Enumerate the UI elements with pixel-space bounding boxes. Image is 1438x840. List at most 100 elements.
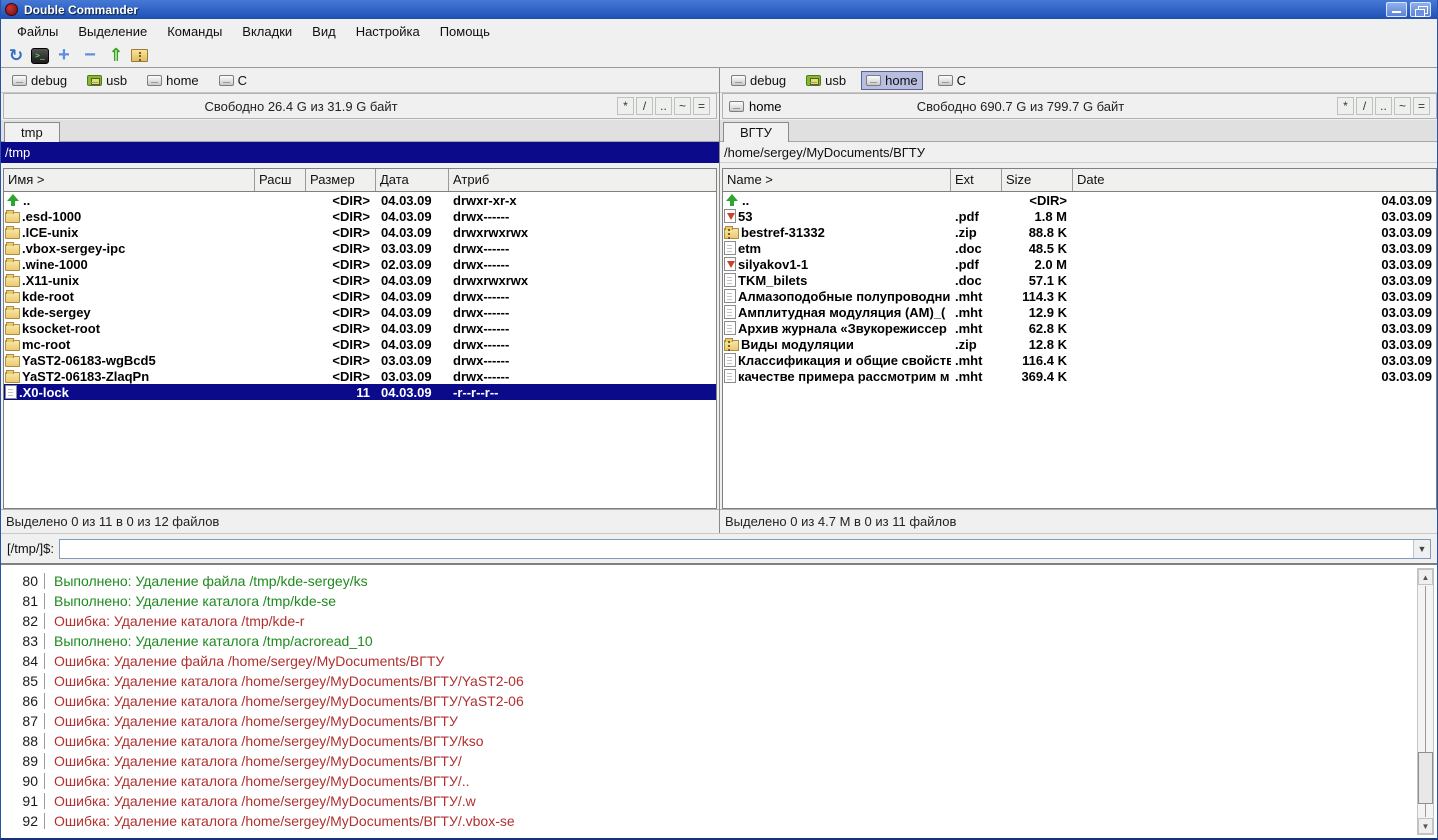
menu-Вид[interactable]: Вид — [302, 21, 346, 42]
file-row[interactable]: kde-sergey<DIR>04.03.09drwx------ — [4, 304, 716, 320]
left-header-Расш[interactable]: Расш — [255, 169, 306, 191]
right-drive-usb[interactable]: usb — [801, 71, 851, 90]
cell: .mht — [951, 369, 1002, 384]
file-row[interactable]: ksocket-root<DIR>04.03.09drwx------ — [4, 320, 716, 336]
drive-label: debug — [31, 73, 67, 88]
file-name: .X0-lock — [19, 385, 69, 400]
command-prompt: [/tmp/]$: — [7, 541, 54, 556]
scroll-up-icon[interactable]: ▲ — [1418, 569, 1433, 585]
left-quick-..[interactable]: .. — [655, 97, 672, 115]
left-drive-debug[interactable]: debug — [7, 71, 72, 90]
file-name: kde-sergey — [22, 305, 91, 320]
right-header-Name >[interactable]: Name > — [723, 169, 951, 191]
file-row[interactable]: .wine-1000<DIR>02.03.09drwx------ — [4, 256, 716, 272]
right-header-Date[interactable]: Date — [1073, 169, 1436, 191]
menu-Помощь[interactable]: Помощь — [430, 21, 500, 42]
command-input[interactable] — [60, 540, 1413, 558]
left-drive-usb[interactable]: usb — [82, 71, 132, 90]
file-row[interactable]: Классификация и общие свойств.mht116.4 K… — [723, 352, 1436, 368]
up-icon[interactable] — [105, 46, 127, 66]
left-quick-*[interactable]: * — [617, 97, 634, 115]
left-header-Атриб[interactable]: Атриб — [449, 169, 716, 191]
file-row[interactable]: Архив журнала «Звукорежиссер.mht62.8 K03… — [723, 320, 1436, 336]
file-row[interactable]: качестве примера рассмотрим м.mht369.4 K… — [723, 368, 1436, 384]
file-row[interactable]: ..<DIR>04.03.09drwxr-xr-x — [4, 192, 716, 208]
menu-Файлы[interactable]: Файлы — [7, 21, 68, 42]
right-quick-~[interactable]: ~ — [1394, 97, 1411, 115]
left-quick-/[interactable]: / — [636, 97, 653, 115]
name-cell: .ICE-unix — [4, 225, 255, 240]
name-cell: .. — [4, 193, 255, 208]
file-row[interactable]: .X0-lock1104.03.09-r--r--r-- — [4, 384, 716, 400]
archive-icon[interactable] — [131, 49, 148, 62]
remove-icon[interactable] — [79, 46, 101, 66]
right-path-bar[interactable]: /home/sergey/MyDocuments/ВГТУ — [720, 142, 1438, 163]
file-name: 53 — [738, 209, 752, 224]
add-icon[interactable] — [53, 46, 75, 66]
file-row[interactable]: etm.doc48.5 K03.03.09 — [723, 240, 1436, 256]
cell: <DIR> — [306, 369, 376, 384]
menu-Команды[interactable]: Команды — [157, 21, 232, 42]
left-header-Имя >[interactable]: Имя > — [4, 169, 255, 191]
left-quick-~[interactable]: ~ — [674, 97, 691, 115]
log-message: Ошибка: Удаление файла /home/sergey/MyDo… — [45, 653, 444, 669]
file-row[interactable]: ..<DIR>04.03.09 — [723, 192, 1436, 208]
cell: 04.03.09 — [376, 385, 449, 400]
refresh-icon[interactable] — [5, 46, 27, 66]
left-drive-C[interactable]: C — [214, 71, 252, 90]
cell: 03.03.09 — [1073, 289, 1436, 304]
file-row[interactable]: mc-root<DIR>04.03.09drwx------ — [4, 336, 716, 352]
left-path-bar[interactable]: /tmp — [1, 142, 719, 163]
menu-Вкладки[interactable]: Вкладки — [232, 21, 302, 42]
file-row[interactable]: silyakov1-1.pdf2.0 M03.03.09 — [723, 256, 1436, 272]
left-quick-=[interactable]: = — [693, 97, 710, 115]
right-quick-..[interactable]: .. — [1375, 97, 1392, 115]
right-drive-home[interactable]: home — [861, 71, 923, 90]
file-row[interactable]: .X11-unix<DIR>04.03.09drwxrwxrwx — [4, 272, 716, 288]
file-row[interactable]: Виды модуляции.zip12.8 K03.03.09 — [723, 336, 1436, 352]
restore-button[interactable] — [1410, 2, 1431, 17]
cell: drwxrwxrwx — [449, 273, 716, 288]
drive-label: C — [238, 73, 247, 88]
file-row[interactable]: 53.pdf1.8 M03.03.09 — [723, 208, 1436, 224]
left-header-Дата[interactable]: Дата — [376, 169, 449, 191]
scroll-thumb[interactable] — [1418, 752, 1433, 804]
left-drive-home[interactable]: home — [142, 71, 204, 90]
cell: drwx------ — [449, 241, 716, 256]
right-quick-*[interactable]: * — [1337, 97, 1354, 115]
right-quick-=[interactable]: = — [1413, 97, 1430, 115]
file-row[interactable]: Алмазоподобные полупроводни.mht114.3 K03… — [723, 288, 1436, 304]
right-tab-vgtu[interactable]: ВГТУ — [723, 122, 789, 143]
terminal-icon[interactable] — [31, 48, 49, 64]
drive-icon — [729, 101, 744, 112]
right-drive-C[interactable]: C — [933, 71, 971, 90]
file-row[interactable]: YaST2-06183-ZlaqPn<DIR>03.03.09drwx-----… — [4, 368, 716, 384]
scroll-down-icon[interactable]: ▼ — [1418, 818, 1433, 834]
right-quick-/[interactable]: / — [1356, 97, 1373, 115]
file-row[interactable]: Амплитудная модуляция (АМ)_(.mht12.9 K03… — [723, 304, 1436, 320]
right-header-Size[interactable]: Size — [1002, 169, 1073, 191]
file-row[interactable]: YaST2-06183-wgBcd5<DIR>03.03.09drwx-----… — [4, 352, 716, 368]
right-panel: debugusbhomeC home Свободно 690.7 G из 7… — [720, 68, 1438, 533]
left-header-Размер[interactable]: Размер — [306, 169, 376, 191]
right-header-Ext[interactable]: Ext — [951, 169, 1002, 191]
name-cell: .. — [723, 193, 951, 208]
page-icon — [5, 385, 17, 399]
log-scrollbar[interactable]: ▲ ▼ — [1417, 568, 1434, 835]
command-dropdown-icon[interactable]: ▼ — [1413, 540, 1430, 558]
minimize-button[interactable] — [1386, 2, 1407, 17]
left-tab-tmp[interactable]: tmp — [4, 122, 60, 143]
file-row[interactable]: .ICE-unix<DIR>04.03.09drwxrwxrwx — [4, 224, 716, 240]
left-tab-strip: tmp — [1, 120, 719, 142]
folder-icon — [5, 340, 20, 351]
file-row[interactable]: kde-root<DIR>04.03.09drwx------ — [4, 288, 716, 304]
file-row[interactable]: .esd-1000<DIR>04.03.09drwx------ — [4, 208, 716, 224]
file-name: ksocket-root — [22, 321, 100, 336]
right-drive-debug[interactable]: debug — [726, 71, 791, 90]
menu-Выделение[interactable]: Выделение — [68, 21, 157, 42]
file-row[interactable]: .vbox-sergey-ipc<DIR>03.03.09drwx------ — [4, 240, 716, 256]
menu-Настройка[interactable]: Настройка — [346, 21, 430, 42]
cell: .doc — [951, 273, 1002, 288]
file-row[interactable]: TKM_bilets.doc57.1 K03.03.09 — [723, 272, 1436, 288]
file-row[interactable]: bestref-31332.zip88.8 K03.03.09 — [723, 224, 1436, 240]
